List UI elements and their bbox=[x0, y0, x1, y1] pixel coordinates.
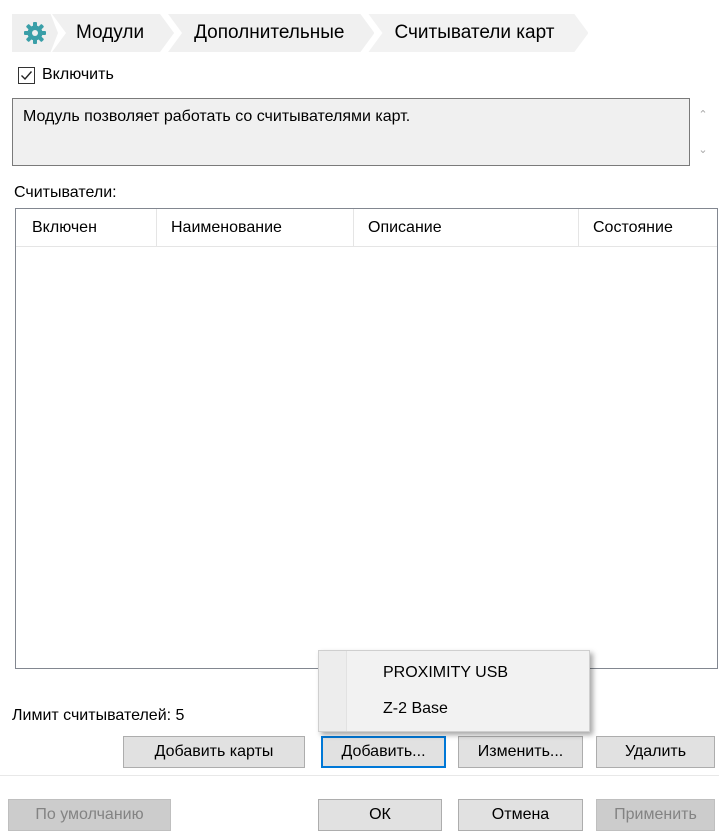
module-description: Модуль позволяет работать со считывателя… bbox=[12, 98, 690, 166]
add-reader-button[interactable]: Добавить... bbox=[321, 736, 446, 768]
readers-label: Считыватели: bbox=[14, 184, 117, 201]
column-header-name[interactable]: Наименование bbox=[157, 209, 354, 247]
breadcrumb-home[interactable] bbox=[12, 14, 58, 52]
menu-item-z2-base[interactable]: Z-2 Base bbox=[319, 691, 589, 727]
enable-checkbox-row[interactable]: Включить bbox=[18, 66, 114, 84]
add-cards-button[interactable]: Добавить карты bbox=[123, 736, 305, 768]
edit-reader-button[interactable]: Изменить... bbox=[458, 736, 583, 768]
enable-checkbox[interactable] bbox=[18, 66, 35, 84]
enable-label: Включить bbox=[42, 66, 114, 83]
description-scrollbar[interactable]: ⌃ ⌄ bbox=[692, 100, 714, 164]
defaults-button[interactable]: По умолчанию bbox=[8, 799, 171, 831]
column-header-status[interactable]: Состояние bbox=[579, 209, 717, 247]
delete-reader-button[interactable]: Удалить bbox=[596, 736, 715, 768]
cancel-button[interactable]: Отмена bbox=[458, 799, 583, 831]
column-header-enabled[interactable]: Включен bbox=[16, 209, 157, 247]
footer-divider bbox=[0, 775, 719, 776]
apply-button[interactable]: Применить bbox=[596, 799, 715, 831]
column-header-description[interactable]: Описание bbox=[354, 209, 579, 247]
scroll-up-icon[interactable]: ⌃ bbox=[698, 108, 707, 121]
breadcrumb-item-card-readers[interactable]: Считыватели карт bbox=[368, 14, 588, 52]
breadcrumb: Модули Дополнительные Считыватели карт bbox=[12, 14, 588, 52]
menu-item-proximity-usb[interactable]: PROXIMITY USB bbox=[319, 655, 589, 691]
scroll-down-icon[interactable]: ⌄ bbox=[698, 143, 707, 156]
breadcrumb-item-additional[interactable]: Дополнительные bbox=[168, 14, 374, 52]
checkmark-icon bbox=[21, 70, 33, 80]
add-reader-menu: PROXIMITY USB Z-2 Base bbox=[318, 650, 590, 732]
breadcrumb-item-modules[interactable]: Модули bbox=[52, 14, 174, 52]
readers-table[interactable]: Включен Наименование Описание Состояние bbox=[15, 208, 718, 669]
gear-icon bbox=[24, 22, 46, 44]
readers-table-header: Включен Наименование Описание Состояние bbox=[16, 209, 717, 247]
readers-limit: Лимит считывателей: 5 bbox=[12, 707, 185, 724]
ok-button[interactable]: ОК bbox=[318, 799, 442, 831]
